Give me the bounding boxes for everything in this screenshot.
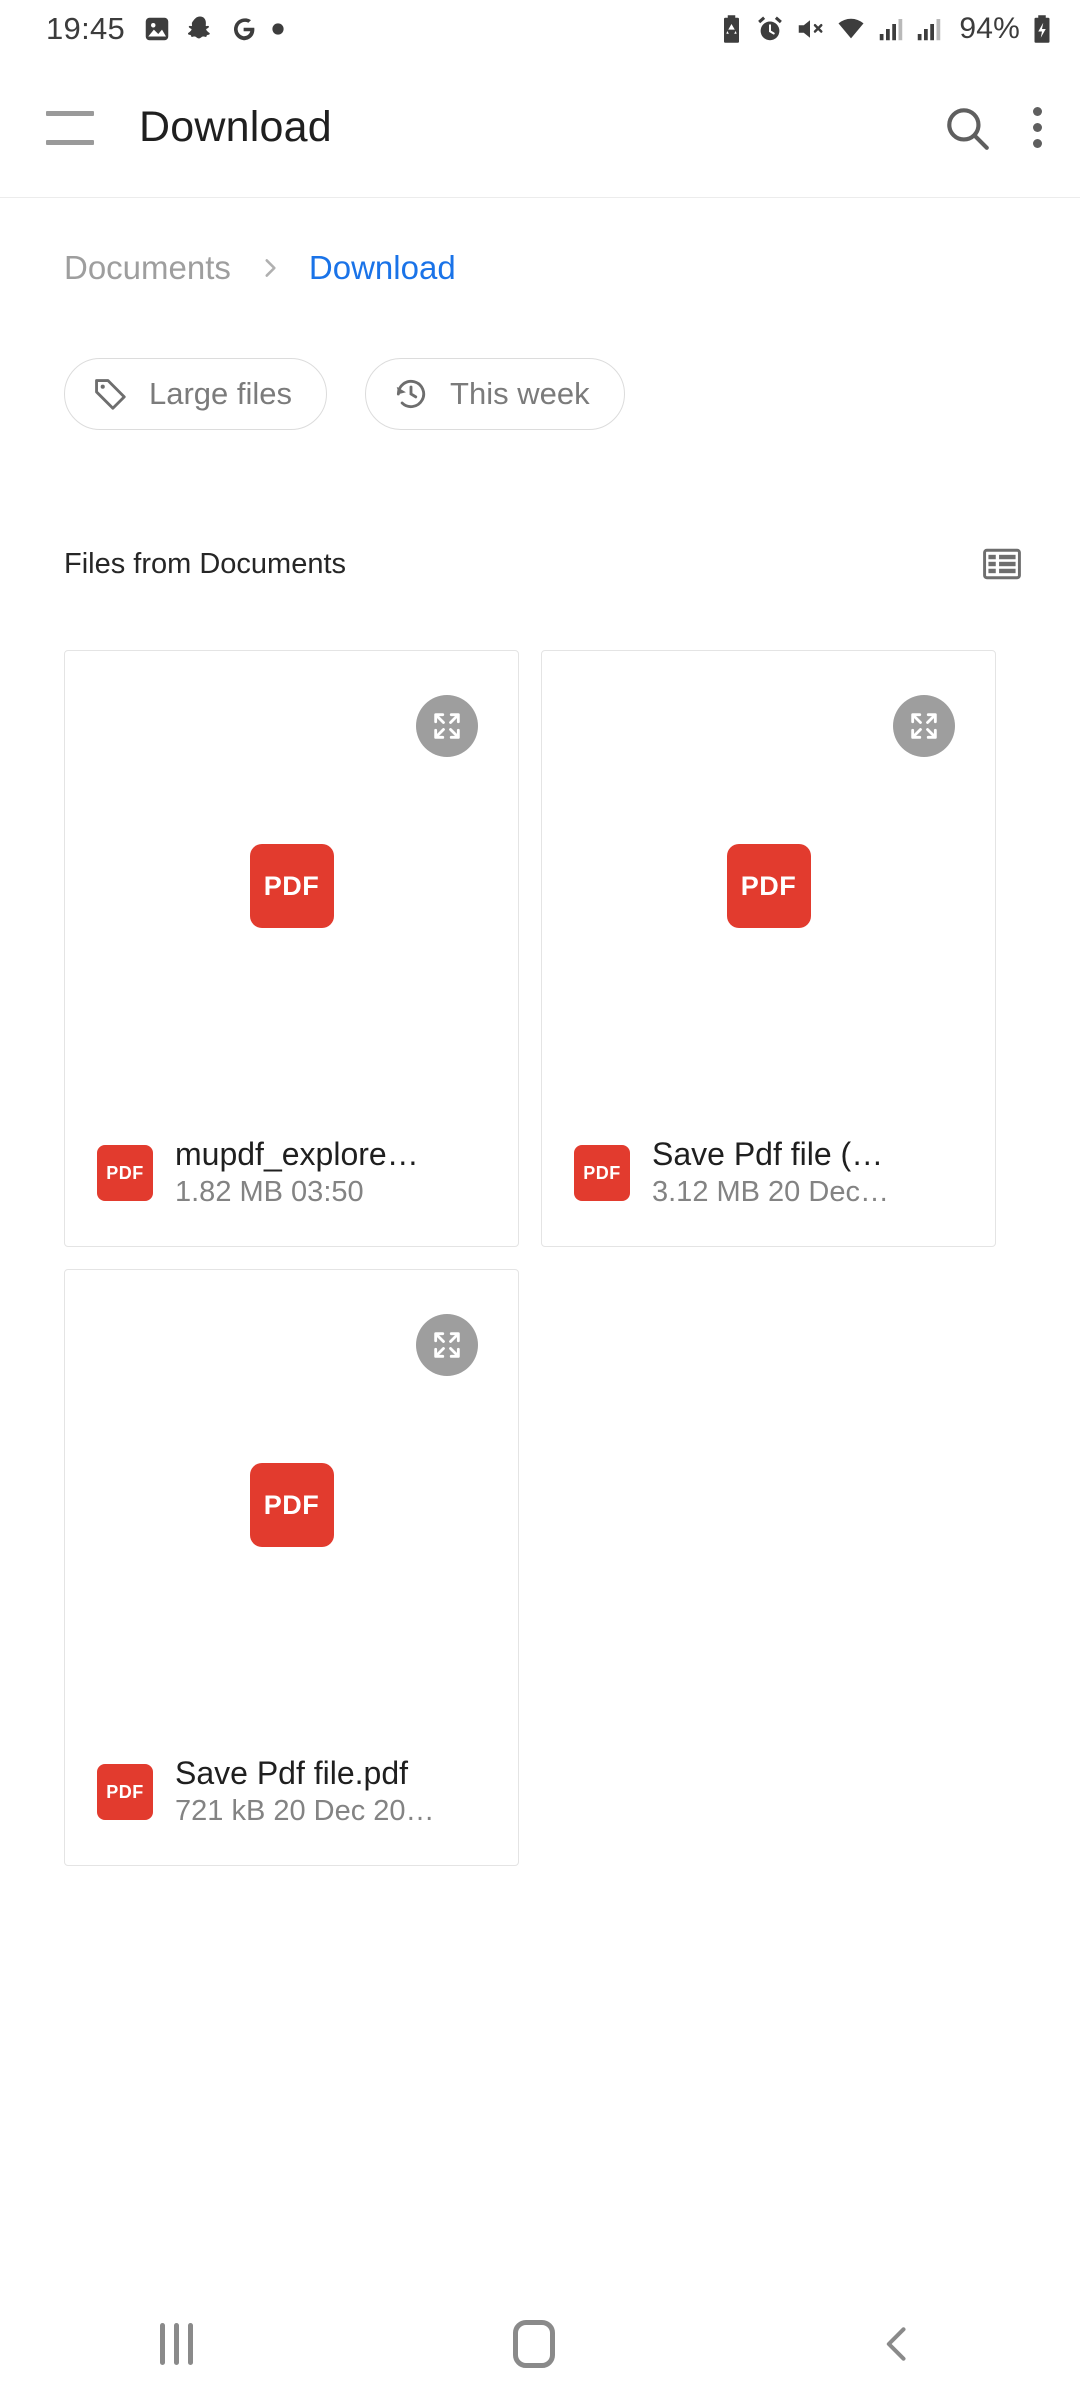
- system-navigation-bar: [0, 2280, 1080, 2408]
- pdf-file-icon: PDF: [249, 844, 334, 928]
- file-subtitle: 1.82 MB 03:50: [175, 1176, 364, 1209]
- file-card[interactable]: PDF PDF Save Pdf file (… 3.12 MB 20 Dec…: [541, 650, 996, 1247]
- app-bar-actions: [942, 103, 1042, 153]
- signal-icon-2: [915, 14, 943, 44]
- photos-icon: [142, 14, 172, 44]
- pdf-file-icon: PDF: [97, 1145, 153, 1202]
- mute-icon: [795, 14, 825, 44]
- hamburger-menu-icon[interactable]: [46, 110, 94, 145]
- file-meta: PDF Save Pdf file (… 3.12 MB 20 Dec…: [542, 1134, 995, 1212]
- file-meta: PDF Save Pdf file.pdf 721 kB 20 Dec 20…: [65, 1753, 518, 1831]
- pdf-file-icon: PDF: [574, 1145, 630, 1202]
- back-icon[interactable]: [876, 2322, 920, 2366]
- chip-label: Large files: [149, 376, 293, 411]
- file-card[interactable]: PDF PDF mupdf_explore… 1.82 MB 03:50: [64, 650, 519, 1247]
- app-bar: Download: [0, 58, 1080, 198]
- file-name: mupdf_explore…: [175, 1136, 419, 1173]
- file-name: Save Pdf file (…: [652, 1136, 884, 1173]
- google-icon: [228, 14, 258, 44]
- file-thumbnail: PDF: [65, 651, 518, 1121]
- kebab-dot: [1032, 139, 1042, 148]
- kebab-dot: [1032, 107, 1042, 116]
- pdf-file-icon: PDF: [249, 1463, 334, 1547]
- pdf-file-icon: PDF: [97, 1764, 153, 1821]
- chip-large-files[interactable]: Large files: [64, 358, 328, 430]
- status-bar: 19:45 94%: [0, 0, 1080, 58]
- hamburger-line: [46, 139, 94, 145]
- battery-percent-label: 94%: [959, 12, 1020, 45]
- recents-bar: [174, 2323, 180, 2365]
- file-subtitle: 721 kB 20 Dec 20…: [175, 1795, 435, 1828]
- file-name: Save Pdf file.pdf: [175, 1755, 409, 1792]
- hamburger-line: [46, 110, 94, 116]
- section-title: Files from Documents: [64, 547, 347, 580]
- status-bar-system-icons: 94%: [718, 12, 1054, 46]
- file-thumbnail: PDF: [65, 1270, 518, 1740]
- recents-bar: [188, 2323, 194, 2365]
- history-icon: [392, 375, 430, 413]
- page-title: Download: [139, 103, 332, 151]
- search-icon[interactable]: [942, 103, 992, 153]
- wifi-icon: [835, 14, 867, 44]
- breadcrumb-item-download[interactable]: Download: [309, 249, 456, 287]
- file-meta-text: Save Pdf file.pdf 721 kB 20 Dec 20…: [175, 1753, 498, 1831]
- recents-bar: [160, 2323, 166, 2365]
- battery-charging-icon: [1030, 14, 1054, 44]
- signal-icon-1: [877, 14, 905, 44]
- snapchat-icon: [185, 14, 215, 44]
- chip-this-week[interactable]: This week: [365, 358, 625, 430]
- breadcrumb-item-documents[interactable]: Documents: [64, 249, 231, 287]
- kebab-dot: [1032, 123, 1042, 132]
- file-meta-text: Save Pdf file (… 3.12 MB 20 Dec…: [652, 1134, 975, 1212]
- app-screen: 19:45 94% Download Documents Download La…: [0, 0, 1080, 2408]
- alarm-icon: [755, 14, 785, 44]
- home-icon[interactable]: [513, 2320, 556, 2368]
- file-meta: PDF mupdf_explore… 1.82 MB 03:50: [65, 1134, 518, 1212]
- file-grid: PDF PDF mupdf_explore… 1.82 MB 03:50 PDF…: [64, 650, 1024, 1866]
- file-meta-text: mupdf_explore… 1.82 MB 03:50: [175, 1134, 498, 1212]
- battery-saver-icon: [718, 14, 745, 44]
- file-thumbnail: PDF: [542, 651, 995, 1121]
- chevron-right-icon: [257, 255, 283, 281]
- recents-icon[interactable]: [160, 2323, 194, 2365]
- filter-chips: Large files This week: [64, 358, 625, 430]
- dot-icon: [271, 22, 285, 36]
- pdf-file-icon: PDF: [726, 844, 811, 928]
- section-header: Files from Documents: [0, 532, 1080, 596]
- chip-label: This week: [450, 376, 590, 411]
- more-vertical-icon[interactable]: [1032, 107, 1042, 148]
- file-card[interactable]: PDF PDF Save Pdf file.pdf 721 kB 20 Dec …: [64, 1269, 519, 1866]
- breadcrumb: Documents Download: [0, 232, 1080, 304]
- tag-icon: [91, 375, 129, 413]
- status-bar-clock: 19:45: [46, 11, 126, 46]
- list-view-icon[interactable]: [980, 542, 1024, 586]
- file-subtitle: 3.12 MB 20 Dec…: [652, 1176, 889, 1209]
- status-bar-notification-icons: [142, 14, 285, 44]
